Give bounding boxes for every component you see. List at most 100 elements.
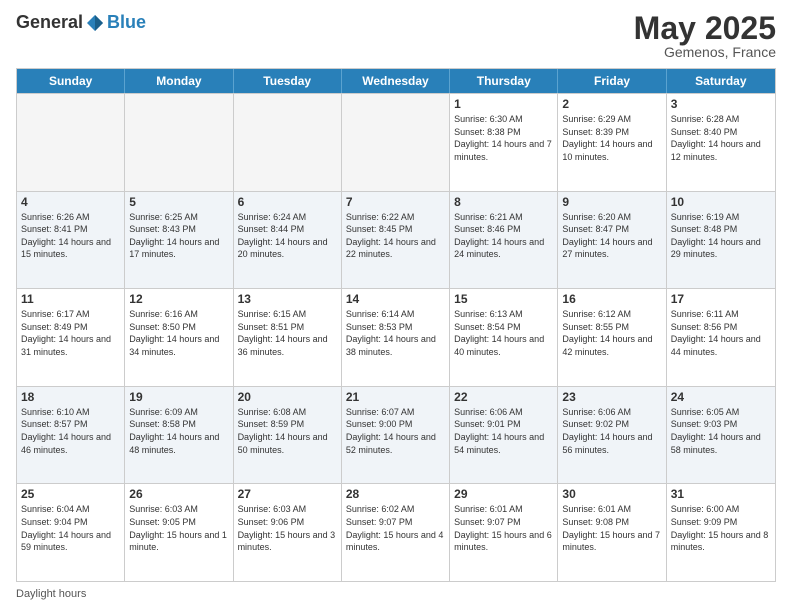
calendar-cell: 8 Sunrise: 6:21 AM Sunset: 8:46 PM Daylig… (450, 192, 558, 289)
day-number: 21 (346, 390, 445, 404)
calendar-header: SundayMondayTuesdayWednesdayThursdayFrid… (17, 69, 775, 93)
day-number: 7 (346, 195, 445, 209)
calendar-cell: 19 Sunrise: 6:09 AM Sunset: 8:58 PM Dayli… (125, 387, 233, 484)
day-number: 27 (238, 487, 337, 501)
calendar-row-3: 11Sunrise: 6:17 AM Sunset: 8:49 PM Dayli… (17, 288, 775, 386)
day-info: Sunrise: 6:24 AM Sunset: 8:44 PM Dayligh… (238, 211, 337, 261)
day-info: Sunrise: 6:03 AM Sunset: 9:06 PM Dayligh… (238, 503, 337, 553)
footer-label: Daylight hours (16, 588, 86, 600)
day-number: 12 (129, 292, 228, 306)
calendar-cell: 20 Sunrise: 6:08 AM Sunset: 8:59 PM Dayli… (234, 387, 342, 484)
day-info: Sunrise: 6:25 AM Sunset: 8:43 PM Dayligh… (129, 211, 228, 261)
calendar-row-2: 4Sunrise: 6:26 AM Sunset: 8:41 PM Daylig… (17, 191, 775, 289)
day-info: Sunrise: 6:13 AM Sunset: 8:54 PM Dayligh… (454, 308, 553, 358)
calendar-cell (234, 94, 342, 191)
calendar-cell (342, 94, 450, 191)
calendar-cell: 21 Sunrise: 6:07 AM Sunset: 9:00 PM Dayli… (342, 387, 450, 484)
calendar-cell: 7 Sunrise: 6:22 AM Sunset: 8:45 PM Daylig… (342, 192, 450, 289)
calendar-cell: 9Sunrise: 6:20 AM Sunset: 8:47 PM Daylig… (558, 192, 666, 289)
day-info: Sunrise: 6:04 AM Sunset: 9:04 PM Dayligh… (21, 503, 120, 553)
day-number: 5 (129, 195, 228, 209)
calendar-cell: 26 Sunrise: 6:03 AM Sunset: 9:05 PM Dayli… (125, 484, 233, 581)
day-info: Sunrise: 6:30 AM Sunset: 8:38 PM Dayligh… (454, 113, 553, 163)
day-number: 2 (562, 97, 661, 111)
day-info: Sunrise: 6:21 AM Sunset: 8:46 PM Dayligh… (454, 211, 553, 261)
day-info: Sunrise: 6:06 AM Sunset: 9:02 PM Dayligh… (562, 406, 661, 456)
day-info: Sunrise: 6:14 AM Sunset: 8:53 PM Dayligh… (346, 308, 445, 358)
day-info: Sunrise: 6:20 AM Sunset: 8:47 PM Dayligh… (562, 211, 661, 261)
calendar-cell: 27 Sunrise: 6:03 AM Sunset: 9:06 PM Dayli… (234, 484, 342, 581)
day-number: 10 (671, 195, 771, 209)
location-subtitle: Gemenos, France (634, 44, 776, 60)
day-number: 3 (671, 97, 771, 111)
day-number: 28 (346, 487, 445, 501)
day-info: Sunrise: 6:28 AM Sunset: 8:40 PM Dayligh… (671, 113, 771, 163)
day-number: 26 (129, 487, 228, 501)
calendar-cell: 5 Sunrise: 6:25 AM Sunset: 8:43 PM Daylig… (125, 192, 233, 289)
day-info: Sunrise: 6:05 AM Sunset: 9:03 PM Dayligh… (671, 406, 771, 456)
footer: Daylight hours (16, 588, 776, 600)
calendar-cell: 17 Sunrise: 6:11 AM Sunset: 8:56 PM Dayli… (667, 289, 775, 386)
calendar-cell (125, 94, 233, 191)
day-number: 17 (671, 292, 771, 306)
logo: General Blue (16, 12, 146, 33)
calendar-row-4: 18 Sunrise: 6:10 AM Sunset: 8:57 PM Dayli… (17, 386, 775, 484)
logo-blue-text: Blue (107, 12, 146, 33)
day-number: 16 (562, 292, 661, 306)
month-title: May 2025 (634, 12, 776, 44)
calendar-cell: 11Sunrise: 6:17 AM Sunset: 8:49 PM Dayli… (17, 289, 125, 386)
calendar-cell: 1Sunrise: 6:30 AM Sunset: 8:38 PM Daylig… (450, 94, 558, 191)
calendar-cell: 12 Sunrise: 6:16 AM Sunset: 8:50 PM Dayli… (125, 289, 233, 386)
title-block: May 2025 Gemenos, France (634, 12, 776, 60)
calendar-cell: 28Sunrise: 6:02 AM Sunset: 9:07 PM Dayli… (342, 484, 450, 581)
calendar-cell: 6 Sunrise: 6:24 AM Sunset: 8:44 PM Daylig… (234, 192, 342, 289)
day-number: 8 (454, 195, 553, 209)
calendar-row-1: 1Sunrise: 6:30 AM Sunset: 8:38 PM Daylig… (17, 93, 775, 191)
day-number: 30 (562, 487, 661, 501)
day-info: Sunrise: 6:15 AM Sunset: 8:51 PM Dayligh… (238, 308, 337, 358)
weekday-header-tuesday: Tuesday (234, 69, 342, 93)
calendar-cell: 31Sunrise: 6:00 AM Sunset: 9:09 PM Dayli… (667, 484, 775, 581)
weekday-header-saturday: Saturday (667, 69, 775, 93)
calendar-cell: 30 Sunrise: 6:01 AM Sunset: 9:08 PM Dayli… (558, 484, 666, 581)
calendar-cell: 14Sunrise: 6:14 AM Sunset: 8:53 PM Dayli… (342, 289, 450, 386)
page: General Blue May 2025 Gemenos, France Su… (0, 0, 792, 612)
calendar-cell (17, 94, 125, 191)
calendar-cell: 22Sunrise: 6:06 AM Sunset: 9:01 PM Dayli… (450, 387, 558, 484)
day-number: 23 (562, 390, 661, 404)
calendar-cell: 29 Sunrise: 6:01 AM Sunset: 9:07 PM Dayli… (450, 484, 558, 581)
calendar-body: 1Sunrise: 6:30 AM Sunset: 8:38 PM Daylig… (17, 93, 775, 581)
calendar-cell: 10 Sunrise: 6:19 AM Sunset: 8:48 PM Dayli… (667, 192, 775, 289)
day-info: Sunrise: 6:11 AM Sunset: 8:56 PM Dayligh… (671, 308, 771, 358)
day-info: Sunrise: 6:16 AM Sunset: 8:50 PM Dayligh… (129, 308, 228, 358)
calendar-cell: 3 Sunrise: 6:28 AM Sunset: 8:40 PM Daylig… (667, 94, 775, 191)
day-number: 18 (21, 390, 120, 404)
day-number: 15 (454, 292, 553, 306)
weekday-header-thursday: Thursday (450, 69, 558, 93)
logo-icon (85, 13, 105, 33)
day-info: Sunrise: 6:09 AM Sunset: 8:58 PM Dayligh… (129, 406, 228, 456)
day-info: Sunrise: 6:07 AM Sunset: 9:00 PM Dayligh… (346, 406, 445, 456)
calendar-cell: 4Sunrise: 6:26 AM Sunset: 8:41 PM Daylig… (17, 192, 125, 289)
day-info: Sunrise: 6:01 AM Sunset: 9:07 PM Dayligh… (454, 503, 553, 553)
weekday-header-monday: Monday (125, 69, 233, 93)
weekday-header-sunday: Sunday (17, 69, 125, 93)
day-info: Sunrise: 6:22 AM Sunset: 8:45 PM Dayligh… (346, 211, 445, 261)
day-info: Sunrise: 6:08 AM Sunset: 8:59 PM Dayligh… (238, 406, 337, 456)
day-number: 6 (238, 195, 337, 209)
logo-general-text: General (16, 12, 83, 33)
day-info: Sunrise: 6:01 AM Sunset: 9:08 PM Dayligh… (562, 503, 661, 553)
calendar-cell: 2Sunrise: 6:29 AM Sunset: 8:39 PM Daylig… (558, 94, 666, 191)
calendar-row-5: 25Sunrise: 6:04 AM Sunset: 9:04 PM Dayli… (17, 483, 775, 581)
calendar-cell: 15 Sunrise: 6:13 AM Sunset: 8:54 PM Dayli… (450, 289, 558, 386)
day-info: Sunrise: 6:00 AM Sunset: 9:09 PM Dayligh… (671, 503, 771, 553)
day-info: Sunrise: 6:03 AM Sunset: 9:05 PM Dayligh… (129, 503, 228, 553)
day-info: Sunrise: 6:19 AM Sunset: 8:48 PM Dayligh… (671, 211, 771, 261)
day-number: 20 (238, 390, 337, 404)
day-number: 29 (454, 487, 553, 501)
day-info: Sunrise: 6:12 AM Sunset: 8:55 PM Dayligh… (562, 308, 661, 358)
calendar-cell: 24Sunrise: 6:05 AM Sunset: 9:03 PM Dayli… (667, 387, 775, 484)
day-info: Sunrise: 6:10 AM Sunset: 8:57 PM Dayligh… (21, 406, 120, 456)
day-number: 19 (129, 390, 228, 404)
day-number: 4 (21, 195, 120, 209)
